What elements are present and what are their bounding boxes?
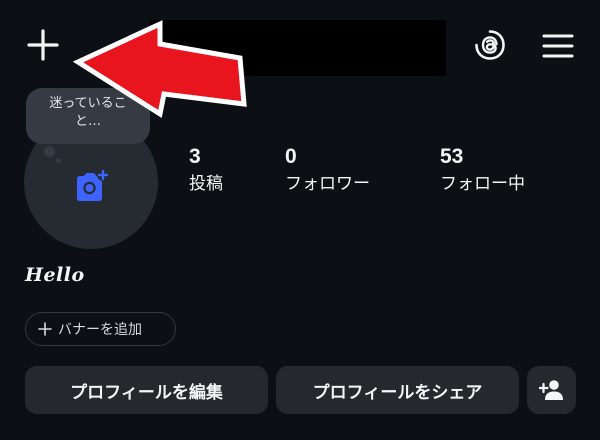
note-text-line1: 迷っているこ (49, 96, 127, 111)
hamburger-menu-icon (542, 34, 574, 58)
new-post-button[interactable] (20, 22, 66, 68)
followers-count: 0 (285, 145, 297, 168)
note-text-line2: と… (74, 114, 101, 129)
note-bubble-tail-dot (56, 158, 61, 163)
plus-small-icon (38, 322, 52, 336)
following-stat[interactable]: 53 フォロー中 (440, 144, 525, 196)
plus-icon (27, 29, 59, 61)
following-label: フォロー中 (440, 174, 525, 194)
threads-button[interactable] (470, 25, 510, 65)
share-profile-label: プロフィールをシェア (312, 382, 483, 403)
followers-label: フォロワー (285, 174, 370, 194)
share-profile-button[interactable]: プロフィールをシェア (276, 366, 519, 414)
menu-button[interactable] (537, 25, 579, 67)
edit-profile-button[interactable]: プロフィールを編集 (25, 366, 268, 414)
posts-count: 3 (189, 145, 201, 168)
threads-icon (475, 30, 505, 60)
note-bubble-tail (44, 146, 55, 157)
add-person-icon (538, 380, 563, 400)
add-banner-button[interactable]: バナーを追加 (25, 312, 176, 346)
following-count: 53 (440, 145, 464, 168)
posts-label: 投稿 (189, 174, 223, 194)
add-photo-camera-icon (77, 169, 109, 201)
edit-profile-label: プロフィールを編集 (70, 382, 223, 403)
note-bubble[interactable]: 迷っているこ と… (26, 88, 150, 144)
display-name: Hello (25, 264, 85, 286)
discover-people-button[interactable] (527, 366, 576, 414)
profile-screen: 迷っているこ と… 3 投稿 0 フォロワー 53 フォロー中 Hello バナ… (0, 0, 600, 440)
add-banner-label: バナーを追加 (58, 322, 142, 338)
followers-stat[interactable]: 0 フォロワー (285, 144, 370, 196)
posts-stat[interactable]: 3 投稿 (189, 144, 223, 196)
redacted-username (150, 20, 446, 76)
